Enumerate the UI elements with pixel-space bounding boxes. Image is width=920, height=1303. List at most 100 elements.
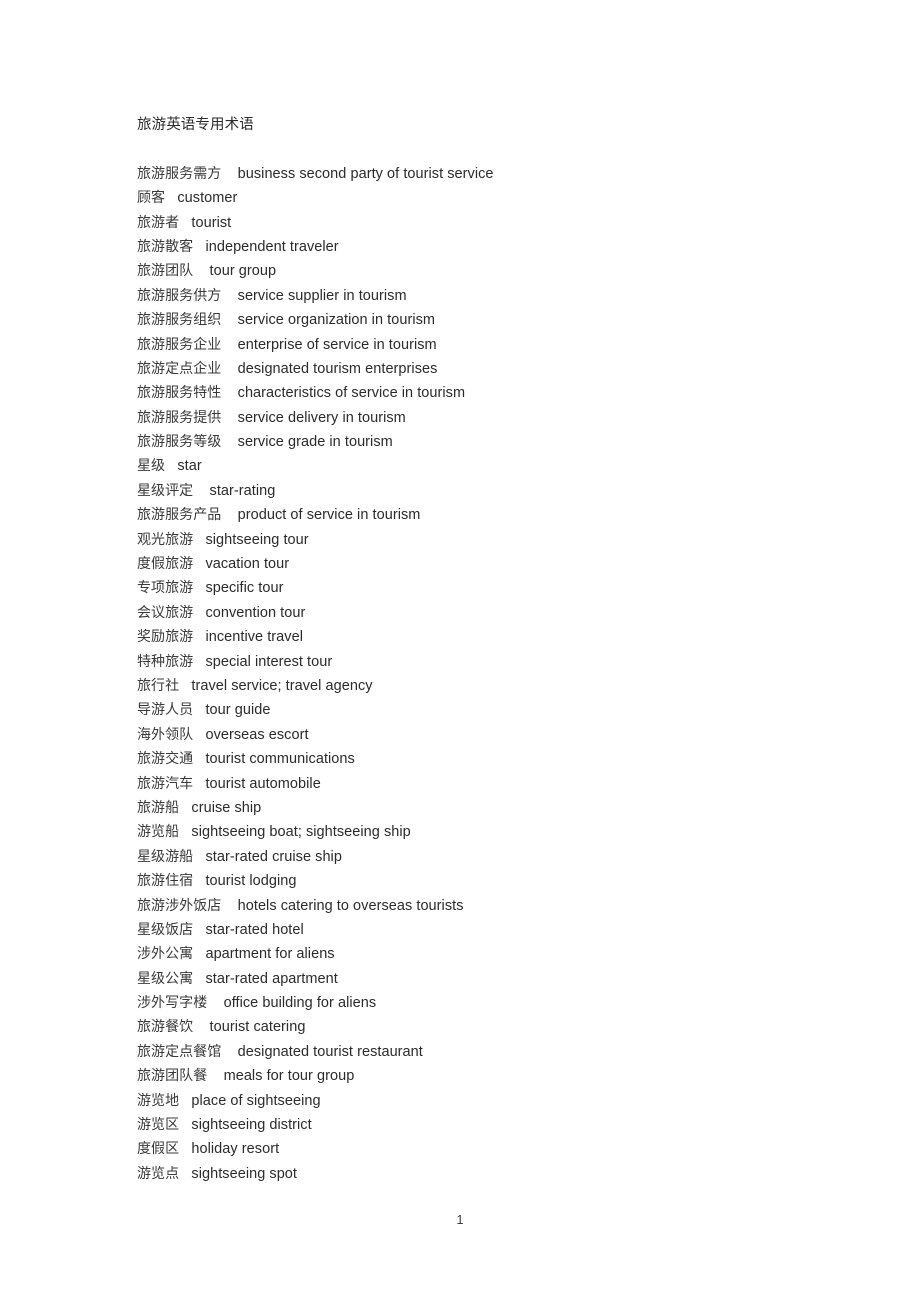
term-english: service grade in tourism [237,434,393,451]
glossary-row: 旅游服务产品 product of service in tourism [137,503,837,527]
glossary-row: 旅游定点企业 designated tourism enterprises [137,357,837,381]
term-separator [193,971,205,987]
term-chinese: 涉外公寓 [137,946,194,963]
term-chinese: 旅游团队 [137,263,194,280]
term-chinese: 星级游船 [137,848,194,865]
term-english: specific tour [205,580,284,597]
term-separator [221,312,237,328]
glossary-row: 特种旅游 special interest tour [137,650,837,674]
glossary-row: 旅游服务组织 service organization in tourism [137,308,837,332]
term-english: characteristics of service in tourism [237,385,466,402]
term-chinese: 游览船 [137,824,180,841]
term-english: special interest tour [205,653,333,670]
term-chinese: 星级评定 [137,482,194,499]
term-chinese: 旅游汽车 [137,775,194,792]
term-chinese: 旅游服务组织 [137,312,222,329]
term-chinese: 游览地 [137,1092,180,1109]
glossary-row: 旅游团队 tour group [137,259,837,283]
term-chinese: 星级 [137,458,166,475]
glossary-row: 涉外写字楼 office building for aliens [137,991,837,1015]
glossary-row: 游览区 sightseeing district [137,1113,837,1137]
glossary-row: 旅游服务需方 business second party of tourist … [137,162,837,186]
glossary-row: 旅游团队餐 meals for tour group [137,1064,837,1088]
term-separator [221,898,237,914]
term-english: star-rating [209,482,276,499]
term-separator [193,751,205,767]
term-separator [179,1117,191,1133]
term-separator [221,361,237,377]
term-english: vacation tour [205,556,290,573]
term-chinese: 奖励旅游 [137,629,194,646]
term-chinese: 旅游交通 [137,751,194,768]
term-chinese: 旅游服务特性 [137,385,222,402]
term-chinese: 观光旅游 [137,531,194,548]
term-english: star-rated apartment [205,970,338,987]
term-separator [193,629,205,645]
term-english: place of sightseeing [191,1092,321,1109]
term-separator [193,239,205,255]
term-separator [179,1093,191,1109]
term-separator [221,385,237,401]
glossary-row: 旅游服务企业 enterprise of service in tourism [137,333,837,357]
term-separator [193,1019,209,1035]
term-separator [179,800,191,816]
term-separator [193,776,205,792]
term-english: sightseeing boat; sightseeing ship [191,824,411,841]
term-chinese: 海外领队 [137,726,194,743]
glossary-row: 旅游服务供方 service supplier in tourism [137,284,837,308]
term-chinese: 星级饭店 [137,921,194,938]
term-separator [221,507,237,523]
term-chinese: 游览区 [137,1117,180,1134]
glossary-row: 旅游服务特性 characteristics of service in tou… [137,381,837,405]
term-chinese: 旅游散客 [137,238,194,255]
term-english: apartment for aliens [205,946,335,963]
glossary-row: 专项旅游 specific tour [137,576,837,600]
term-separator [179,215,191,231]
term-separator [193,580,205,596]
term-english: overseas escort [205,726,309,743]
glossary-row: 星级 star [137,454,837,478]
document-body: 旅游英语专用术语 旅游服务需方 business second party of… [137,113,837,1186]
term-english: incentive travel [205,629,303,646]
term-separator [207,995,223,1011]
glossary-row: 导游人员 tour guide [137,698,837,722]
term-chinese: 旅游餐饮 [137,1019,194,1036]
term-chinese: 旅游服务等级 [137,434,222,451]
page-number: 1 [456,1213,464,1227]
glossary-row: 观光旅游 sightseeing tour [137,528,837,552]
term-english: tourist [191,214,232,231]
glossary-row: 会议旅游 convention tour [137,601,837,625]
page-title: 旅游英语专用术语 [137,117,254,133]
term-chinese: 旅游团队餐 [137,1068,208,1085]
term-english: tourist lodging [205,873,297,890]
glossary-row: 星级游船 star-rated cruise ship [137,845,837,869]
term-english: designated tourism enterprises [237,360,438,377]
term-separator [193,483,209,499]
glossary-row: 旅行社 travel service; travel agency [137,674,837,698]
term-chinese: 星级公寓 [137,970,194,987]
term-chinese: 旅游服务企业 [137,336,222,353]
glossary-row: 旅游交通 tourist communications [137,747,837,771]
term-chinese: 旅游船 [137,799,180,816]
glossary-list: 旅游服务需方 business second party of tourist … [137,162,837,1186]
glossary-row: 星级饭店 star-rated hotel [137,918,837,942]
term-chinese: 旅游服务供方 [137,287,222,304]
term-separator [193,873,205,889]
term-english: travel service; travel agency [191,678,373,694]
glossary-row: 旅游汽车 tourist automobile [137,772,837,796]
glossary-row: 旅游者 tourist [137,211,837,235]
glossary-row: 海外领队 overseas escort [137,723,837,747]
term-english: holiday resort [191,1141,280,1158]
term-chinese: 旅游定点餐馆 [137,1043,222,1060]
term-english: tourist catering [209,1019,306,1036]
term-separator [221,166,237,182]
glossary-row: 奖励旅游 incentive travel [137,625,837,649]
term-separator [221,288,237,304]
term-separator [193,922,205,938]
document-page: 旅游英语专用术语 旅游服务需方 business second party of… [0,0,920,1303]
glossary-row: 旅游餐饮 tourist catering [137,1015,837,1039]
term-separator [165,190,177,206]
glossary-row: 旅游船 cruise ship [137,796,837,820]
term-english: star-rated hotel [205,921,304,938]
term-english: service supplier in tourism [237,287,407,304]
